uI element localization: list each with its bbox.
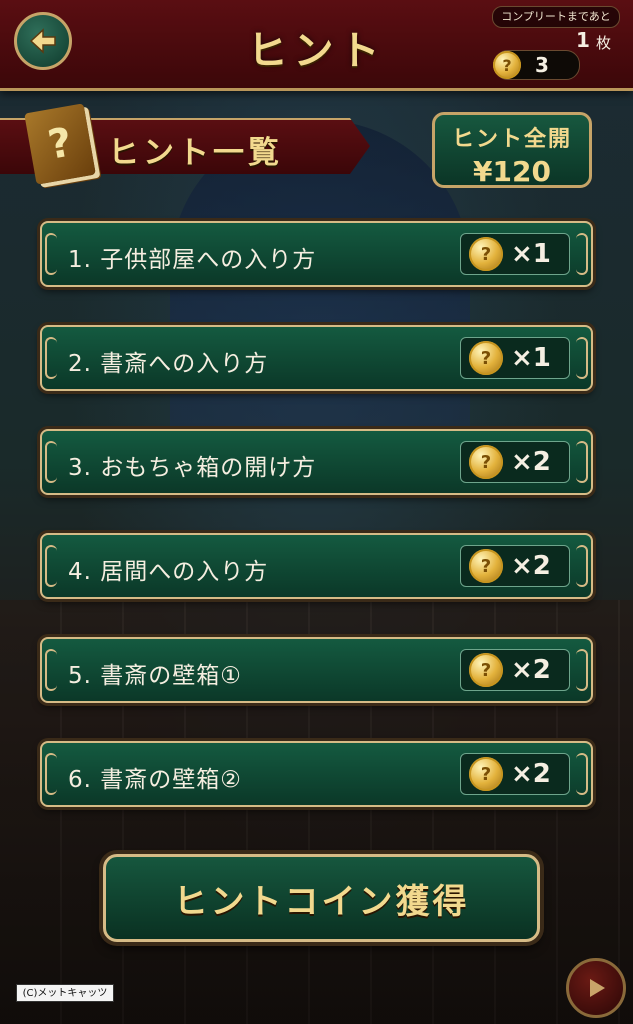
hint-coin-icon: ? <box>469 653 503 687</box>
hint-label: 1. 子供部屋への入り方 <box>68 247 317 273</box>
frame-ornament <box>576 753 588 795</box>
hint-cost: ? ×1 <box>460 337 570 379</box>
completion-label: コンプリートまであと <box>492 6 620 28</box>
hint-label: 5. 書斎の壁箱① <box>68 663 242 689</box>
completion-indicator: コンプリートまであと <box>486 6 626 34</box>
hint-cost: ? ×2 <box>460 753 570 795</box>
hint-cost: ? ×2 <box>460 649 570 691</box>
frame-ornament <box>576 441 588 483</box>
hint-coin-icon: ? <box>469 757 503 791</box>
hint-coin-icon: ? <box>469 549 503 583</box>
hint-cost-value: ×2 <box>511 759 551 789</box>
hint-cost-value: ×2 <box>511 447 551 477</box>
coin-balance-value: 3 <box>535 53 549 77</box>
hint-coin-icon: ? <box>469 237 503 271</box>
hint-cost: ? ×1 <box>460 233 570 275</box>
get-hint-coins-label: ヒントコイン獲得 <box>173 881 470 922</box>
hint-label: 4. 居間への入り方 <box>68 559 269 585</box>
frame-ornament <box>45 753 57 795</box>
frame-ornament <box>45 337 57 379</box>
hint-cost: ? ×2 <box>460 441 570 483</box>
frame-ornament <box>576 545 588 587</box>
hint-label: 2. 書斎への入り方 <box>68 351 269 377</box>
hint-row-4[interactable]: 4. 居間への入り方 ? ×2 <box>40 533 593 599</box>
get-hint-coins-button[interactable]: ヒントコイン獲得 <box>103 854 540 942</box>
hint-cost-value: ×1 <box>511 343 551 373</box>
frame-ornament <box>576 337 588 379</box>
frame-ornament <box>45 545 57 587</box>
hint-cost-value: ×2 <box>511 551 551 581</box>
frame-ornament <box>45 441 57 483</box>
hint-cost-value: ×2 <box>511 655 551 685</box>
hint-row-2[interactable]: 2. 書斎への入り方 ? ×1 <box>40 325 593 391</box>
unlock-all-price: ¥120 <box>473 155 551 188</box>
frame-ornament <box>576 233 588 275</box>
play-arrow-icon <box>590 979 605 997</box>
hint-row-1[interactable]: 1. 子供部屋への入り方 ? ×1 <box>40 221 593 287</box>
hint-row-6[interactable]: 6. 書斎の壁箱② ? ×2 <box>40 741 593 807</box>
hint-coin-icon: ? <box>469 341 503 375</box>
section-title: ヒント一覧 <box>108 135 283 171</box>
hint-book-icon: ? <box>24 103 96 185</box>
frame-ornament <box>45 233 57 275</box>
hint-coin-icon: ? <box>493 51 521 79</box>
completion-unit: 枚 <box>596 34 612 52</box>
hint-cost: ? ×2 <box>460 545 570 587</box>
unlock-all-label: ヒント全開 <box>451 127 572 152</box>
hint-row-5[interactable]: 5. 書斎の壁箱① ? ×2 <box>40 637 593 703</box>
frame-ornament <box>45 649 57 691</box>
hint-coin-icon: ? <box>469 445 503 479</box>
frame-ornament <box>576 649 588 691</box>
header-bar: ヒント コンプリートまであと 1 枚 ? 3 <box>0 0 633 91</box>
coin-balance: ? 3 <box>493 50 580 80</box>
next-button[interactable] <box>566 958 626 1018</box>
hint-label: 6. 書斎の壁箱② <box>68 767 242 793</box>
copyright-notice: (C)メットキャッツ <box>16 984 114 1002</box>
unlock-all-hints-button[interactable]: ヒント全開 ¥120 <box>432 112 592 188</box>
hint-label: 3. おもちゃ箱の開け方 <box>68 455 317 481</box>
hint-row-3[interactable]: 3. おもちゃ箱の開け方 ? ×2 <box>40 429 593 495</box>
hint-cost-value: ×1 <box>511 239 551 269</box>
completion-count: 1 <box>576 28 590 52</box>
